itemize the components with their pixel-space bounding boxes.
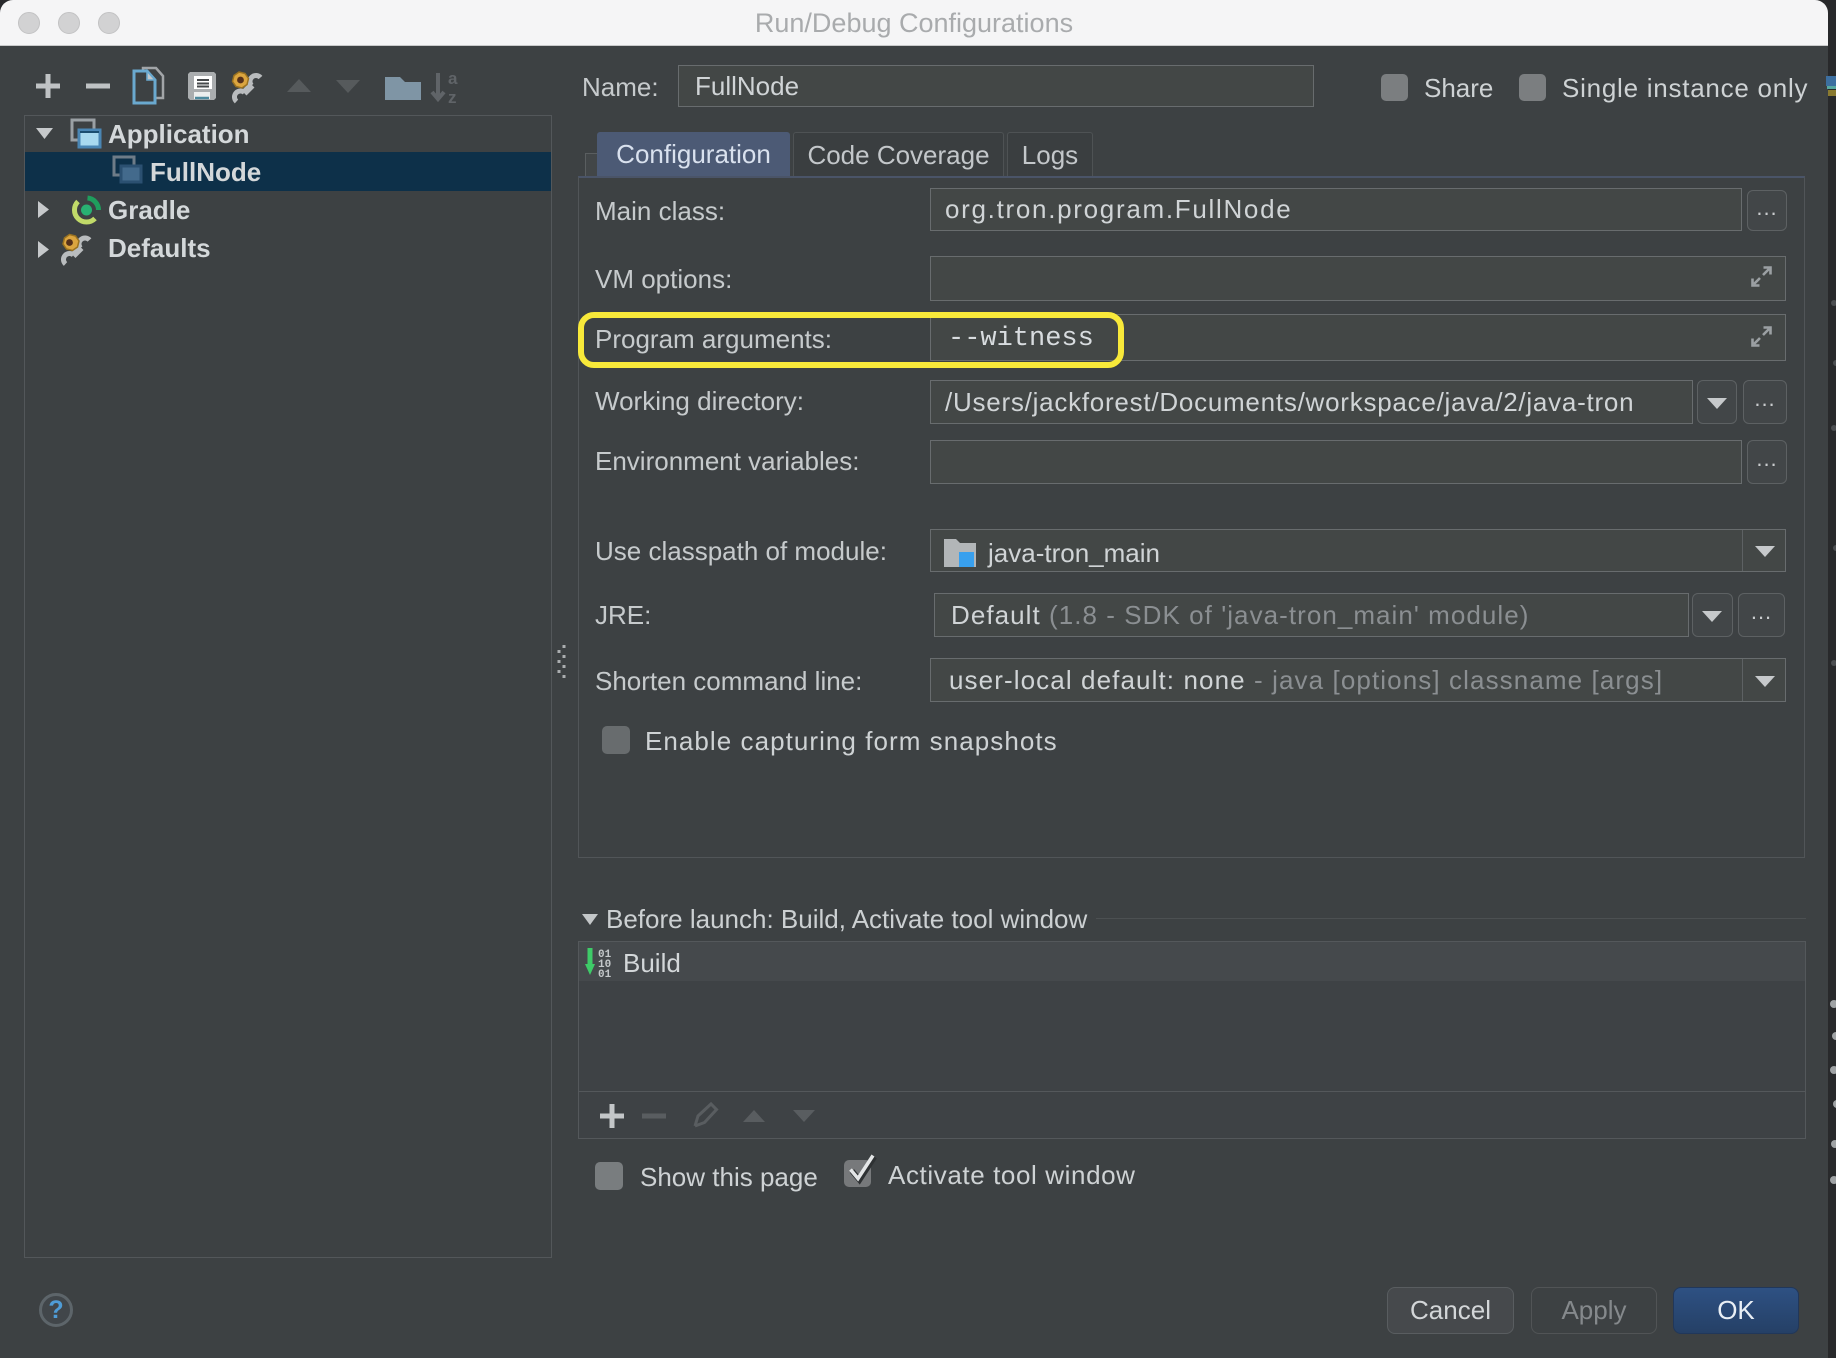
svg-text:a: a	[448, 69, 458, 88]
svg-text:01: 01	[598, 969, 612, 980]
svg-text:z: z	[448, 88, 457, 107]
